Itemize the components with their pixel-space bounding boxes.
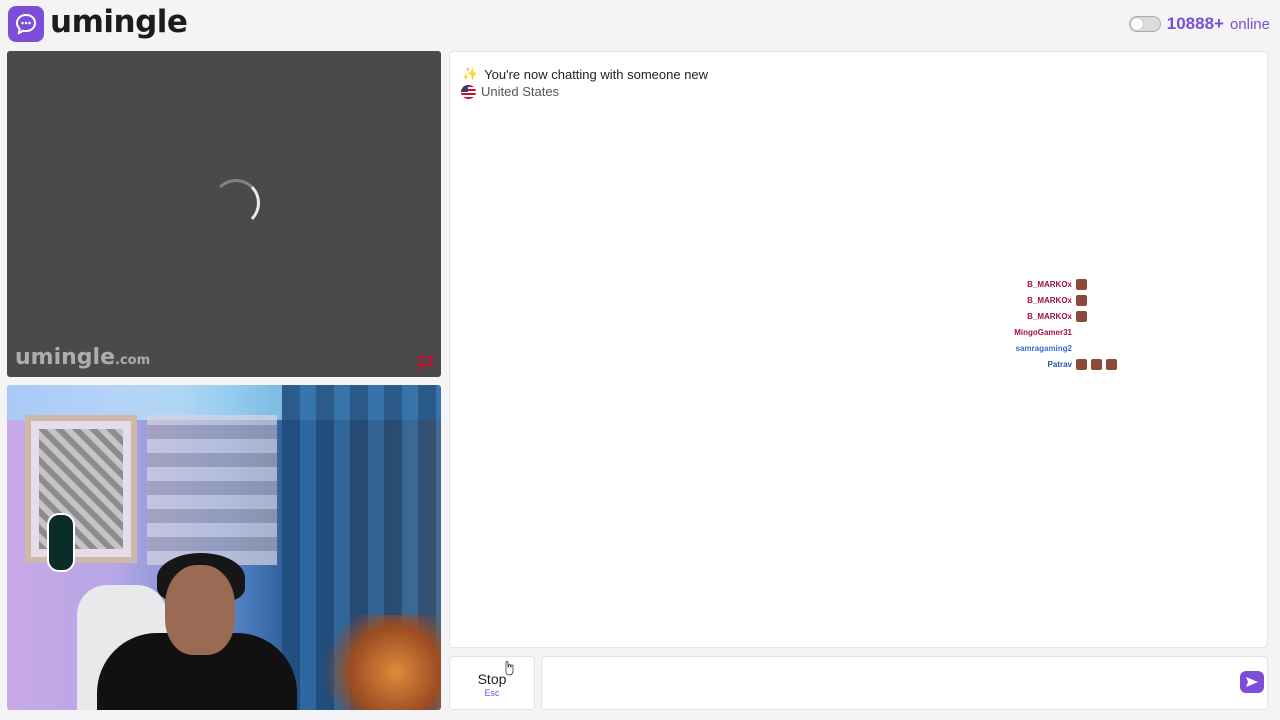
emote-icon: [1076, 278, 1087, 290]
system-message-text: You're now chatting with someone new: [484, 66, 709, 82]
stop-shortcut-hint: Esc: [484, 688, 500, 698]
overlay-message: [1076, 278, 1091, 290]
overlay-chat-row: samragaming2: [1006, 340, 1206, 356]
overlay-username: B_MARKOx: [1027, 311, 1072, 321]
stream-chat-overlay: B_MARKOx B_MARKOx B_MARKOx MingoGamer31 samr…: [1006, 260, 1206, 372]
watermark-brand: umingle: [15, 345, 115, 370]
overlay-chat-row: B_MARKOx: [1006, 308, 1206, 324]
logo-text[interactable]: umingle: [50, 4, 188, 40]
overlay-message: [1076, 294, 1091, 306]
video-watermark: umingle.com: [15, 345, 150, 370]
overlay-chat-row: MingoGamer31: [1006, 324, 1206, 340]
streamer-badge-icon: [47, 513, 75, 572]
stop-button[interactable]: Stop Esc: [449, 656, 535, 710]
send-button[interactable]: [1240, 671, 1264, 693]
emote-icon: [1106, 358, 1117, 370]
overlay-username: MingoGamer31: [1014, 327, 1072, 337]
overlay-username: samragaming2: [1015, 343, 1072, 353]
header: umingle 10888+ online: [0, 0, 1280, 48]
mouse-cursor-icon: [505, 661, 514, 676]
us-flag-icon: [461, 84, 476, 99]
emote-icon: [1076, 358, 1087, 370]
online-count: 10888+: [1166, 14, 1224, 33]
message-input[interactable]: [541, 656, 1268, 710]
overlay-chat-row: B_MARKOx: [1006, 276, 1206, 292]
self-video: [7, 385, 441, 710]
overlay-username: B_MARKOx: [1027, 279, 1072, 289]
theme-toggle[interactable]: [1128, 16, 1161, 32]
stop-label: Stop: [477, 671, 507, 687]
online-status: 10888+ online: [1128, 14, 1270, 34]
loading-spinner-icon: [212, 179, 260, 227]
overlay-username: Patrav: [1047, 359, 1072, 369]
stranger-country: United States: [461, 84, 559, 99]
send-icon: [1246, 677, 1258, 687]
watermark-domain: .com: [115, 353, 151, 368]
overlay-message: [1076, 310, 1091, 322]
report-flag-icon[interactable]: [417, 355, 437, 371]
stranger-video: umingle.com: [7, 51, 441, 377]
overlay-username: B_MARKOx: [1027, 295, 1072, 305]
overlay-message: [1076, 358, 1121, 370]
person: [165, 565, 235, 655]
emote-icon: [1076, 294, 1087, 306]
emote-icon: [1076, 310, 1087, 322]
system-message: ✨ You're now chatting with someone new: [462, 66, 708, 82]
overlay-chat-row: Patrav: [1006, 356, 1206, 372]
emote-icon: [1091, 358, 1102, 370]
sparkle-icon: ✨: [462, 66, 479, 81]
overlay-chat-row: B_MARKOx: [1006, 292, 1206, 308]
country-text: United States: [481, 84, 560, 99]
chat-log: ✨ You're now chatting with someone new U…: [449, 51, 1268, 648]
chat-bubble-logo-icon[interactable]: [8, 6, 44, 42]
overlay-faded-line: [1006, 265, 1008, 272]
wall-frame: [25, 415, 137, 563]
online-label: online: [1229, 15, 1270, 33]
